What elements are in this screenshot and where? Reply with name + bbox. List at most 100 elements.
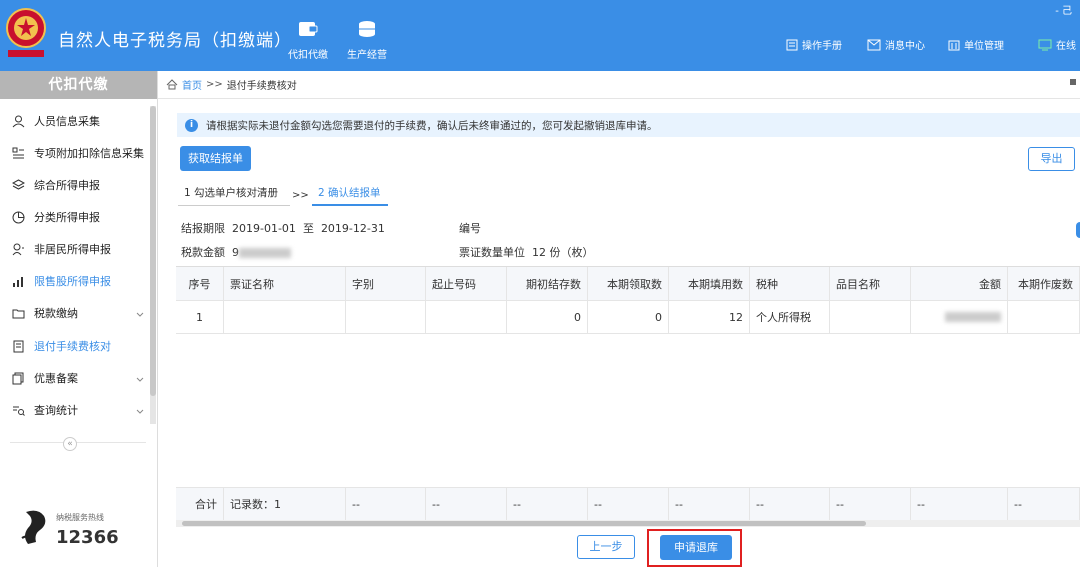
export-button[interactable]: 导出 [1028,147,1075,171]
notice-text: 请根据实际未退付金额勾选您需要退付的手续费，确认后未终审通过的，您可发起撤销退库… [206,119,658,132]
sidebar-title: 代扣代缴 [0,71,157,99]
sidebar-divider [10,442,146,443]
ticket-unit-value: 12 份（枚） [532,246,594,259]
breadcrumb: 首页 >> 退付手续费核对 [158,71,1080,99]
sidebar-item-8[interactable]: 退付手续费核对 [0,331,150,361]
prev-step-button[interactable]: 上一步 [577,535,635,559]
hotline-icon [21,510,46,544]
menu-messages-label: 消息中心 [885,41,925,52]
footer-cell-11: -- [1008,488,1080,520]
sidebar-item-label: 税款缴纳 [34,307,78,320]
sidebar-item-7[interactable]: 税款缴纳 [0,298,150,328]
period-label: 结报期限 [181,222,225,235]
sidebar-item-4[interactable]: 分类所得申报 [0,202,150,232]
search-list-icon [10,402,26,418]
row-cell-6: 0 [588,301,669,333]
sidebar-item-3[interactable]: 综合所得申报 [0,170,150,200]
sidebar-item-label: 优惠备案 [34,372,78,385]
fetch-statement-button[interactable]: 获取结报单 [180,146,251,171]
sidebar-collapse-button[interactable]: « [63,437,77,451]
step-1-tab[interactable]: 1 勾选单户核对清册 [178,184,290,206]
menu-manual-label: 操作手册 [802,41,842,52]
period-start: 2019-01-01 [232,222,296,235]
footer-cell-7: -- [669,488,750,520]
window-controls[interactable]: - 己 [1055,2,1072,17]
nav-business-label: 生产经营 [347,50,387,61]
number-label: 编号 [459,222,481,235]
doc-icon [10,338,26,354]
sidebar-item-10[interactable]: 查询统计 [0,395,150,425]
sidebar-item-1[interactable]: 人员信息采集 [0,106,150,136]
nav-business[interactable]: 生产经营 [342,18,392,61]
app-header: 自然人电子税务局（扣缴端） 代扣代缴 生产经营 操作手册 消息中心 单位管理 在… [0,0,1080,71]
ticket-unit-label: 票证数量单位 [459,246,525,259]
copy-icon [10,370,26,386]
menu-online[interactable]: 在线 [1038,37,1076,52]
row-cell-7: 12 [669,301,750,333]
wallet-icon [299,22,318,36]
menu-unit[interactable]: 单位管理 [948,37,1004,52]
coins-icon [359,21,375,37]
breadcrumb-current: 退付手续费核对 [226,81,297,92]
row-cell-8: 个人所得税 [750,301,830,333]
table-row[interactable]: 1 0 0 12 个人所得税 [176,301,1080,334]
header-cell-4: 起止号码 [426,267,507,300]
highlight-annotation [647,529,742,567]
sidebar-item-label: 人员信息采集 [34,115,100,128]
tax-amount-row: 税款金额 9 [181,244,291,260]
header-cell-7: 本期填用数 [669,267,750,300]
header-cell-1: 序号 [176,267,224,300]
footer-cell-5: -- [507,488,588,520]
sidebar-item-6[interactable]: 限售股所得申报 [0,266,150,296]
ticket-unit-row: 票证数量单位 12 份（枚） [459,244,594,260]
chevron-down-icon [136,308,144,321]
redacted-amount [239,248,291,258]
sidebar-item-9[interactable]: 优惠备案 [0,363,150,393]
footer-cell-1: 合计 [176,488,224,520]
table-hscrollbar[interactable] [182,521,866,526]
menu-messages[interactable]: 消息中心 [867,37,925,52]
menu-online-label: 在线 [1056,41,1076,52]
person-outline-icon [10,241,26,257]
header-cell-2: 票证名称 [224,267,346,300]
sidebar-item-2[interactable]: 专项附加扣除信息采集 [0,138,150,168]
sidebar-item-label: 分类所得申报 [34,211,100,224]
step-separator: >> [292,190,309,201]
chevron-down-icon [136,373,144,386]
table-footer: 合计 记录数：1 -- -- -- -- -- -- -- -- -- [176,487,1080,520]
person-icon [10,113,26,129]
building-icon [948,40,960,50]
sidebar-item-5[interactable]: 非居民所得申报 [0,234,150,264]
header-cell-5: 期初结存数 [507,267,588,300]
info-icon: i [185,118,198,132]
row-cell-2 [224,301,346,333]
sidebar-scrollbar[interactable] [150,106,156,396]
redacted-amount [945,312,1001,322]
header-cell-11: 本期作废数 [1008,267,1080,300]
step-2-tab[interactable]: 2 确认结报单 [312,184,388,206]
side-float-button[interactable] [1076,222,1080,238]
menu-unit-label: 单位管理 [964,41,1004,52]
row-cell-9 [830,301,911,333]
row-cell-10 [911,301,1008,333]
footer-cell-2: 记录数：1 [224,488,346,520]
sidebar-item-label: 专项附加扣除信息采集 [34,147,144,160]
breadcrumb-end-marker [1070,79,1076,85]
book-icon [786,39,798,50]
sidebar-item-label: 非居民所得申报 [34,243,111,256]
header-cell-8: 税种 [750,267,830,300]
header-cell-9: 品目名称 [830,267,911,300]
sidebar-item-label: 综合所得申报 [34,179,100,192]
period-to: 至 [302,222,314,235]
nav-withholding[interactable]: 代扣代缴 [283,18,333,61]
footer-cell-4: -- [426,488,507,520]
breadcrumb-home-link[interactable]: 首页 [182,77,202,92]
row-cell-5: 0 [507,301,588,333]
sidebar-item-label: 限售股所得申报 [34,275,111,288]
menu-manual[interactable]: 操作手册 [786,37,842,52]
period-end: 2019-12-31 [320,222,385,235]
row-cell-3 [346,301,426,333]
statement-table: 序号 票证名称 字别 起止号码 期初结存数 本期领取数 本期填用数 税种 品目名称 金额 本期作废数… [176,266,1080,520]
tax-amount-label: 税款金额 [181,246,225,259]
row-cell-11 [1008,301,1080,333]
